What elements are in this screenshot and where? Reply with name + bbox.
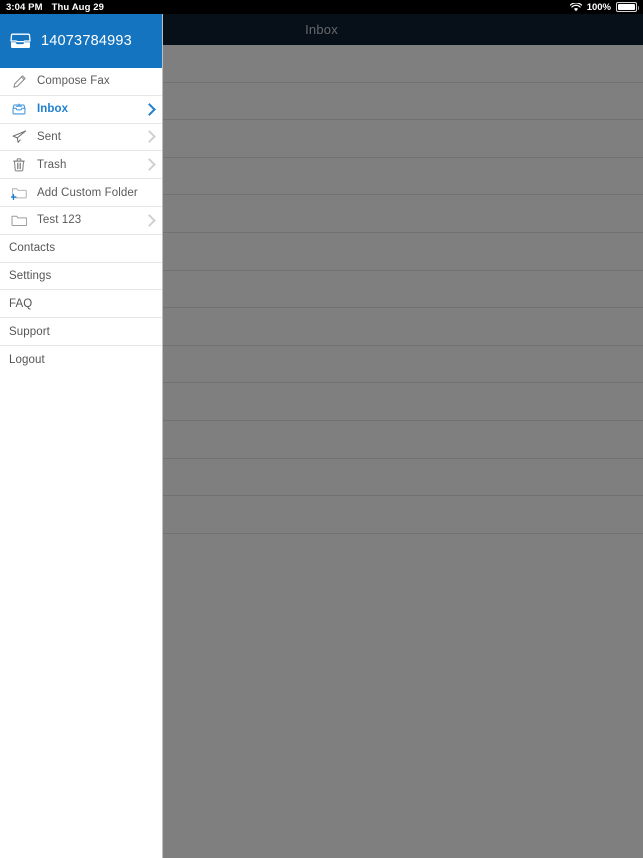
sidebar-item-add-custom-folder[interactable]: Add Custom Folder: [0, 179, 162, 207]
drawer-account-header: 14073784993: [0, 14, 162, 68]
sidebar-item-settings[interactable]: Settings: [0, 263, 162, 291]
sidebar-item-test-123[interactable]: Test 123: [0, 207, 162, 235]
status-bar-left: 3:04 PM Thu Aug 29: [6, 2, 104, 13]
inbox-tray-icon: [9, 103, 29, 116]
navigation-drawer: 14073784993 Compose Fax Inbox Sent Trash…: [0, 14, 163, 858]
wifi-icon: [569, 2, 582, 11]
sidebar-item-label: Inbox: [37, 103, 69, 116]
sidebar-item-label: Sent: [37, 130, 62, 143]
chevron-right-icon: [143, 214, 156, 227]
sidebar-item-inbox[interactable]: Inbox: [0, 96, 162, 124]
sidebar-item-label: Logout: [9, 353, 45, 366]
sidebar-item-label: Test 123: [37, 214, 82, 227]
sidebar-item-label: Compose Fax: [37, 75, 110, 88]
trash-can-icon: [9, 158, 29, 172]
status-bar: 3:04 PM Thu Aug 29 100%: [0, 0, 643, 14]
drawer-secondary-menu: Contacts Settings FAQ Support Logout: [0, 235, 162, 374]
status-time: 3:04 PM: [6, 1, 43, 13]
drawer-scrim-overlay[interactable]: [163, 14, 643, 858]
folder-icon: [9, 214, 29, 227]
chevron-right-icon: [143, 102, 156, 116]
battery-full-icon: [616, 2, 639, 12]
sidebar-item-logout[interactable]: Logout: [0, 346, 162, 374]
sidebar-item-label: Support: [9, 325, 50, 338]
sidebar-item-faq[interactable]: FAQ: [0, 290, 162, 319]
sidebar-item-support[interactable]: Support: [0, 318, 162, 346]
battery-percent: 100%: [586, 1, 611, 13]
sidebar-item-label: Settings: [9, 269, 52, 282]
chevron-right-icon: [143, 158, 156, 172]
sidebar-item-label: Contacts: [9, 242, 56, 255]
inbox-tray-icon: [10, 33, 31, 48]
paper-plane-icon: [9, 130, 29, 144]
folder-plus-icon: [9, 186, 29, 200]
sidebar-item-sent[interactable]: Sent: [0, 124, 162, 152]
chevron-right-icon: [143, 130, 156, 144]
sidebar-item-label: Add Custom Folder: [37, 186, 138, 199]
app-screen: 3:04 PM Thu Aug 29 100% Inbox 1323297241…: [0, 0, 643, 858]
sidebar-item-label: FAQ: [9, 297, 33, 310]
sidebar-item-label: Trash: [37, 158, 67, 171]
sidebar-item-contacts[interactable]: Contacts: [0, 235, 162, 263]
drawer-primary-menu: Compose Fax Inbox Sent Trash Add Custom …: [0, 68, 162, 235]
status-date: Thu Aug 29: [51, 1, 104, 13]
sidebar-item-compose-fax[interactable]: Compose Fax: [0, 68, 162, 96]
pencil-icon: [9, 75, 29, 88]
status-bar-right: 100%: [569, 1, 639, 13]
sidebar-item-trash[interactable]: Trash: [0, 151, 162, 180]
account-number-label: 14073784993: [41, 33, 132, 49]
